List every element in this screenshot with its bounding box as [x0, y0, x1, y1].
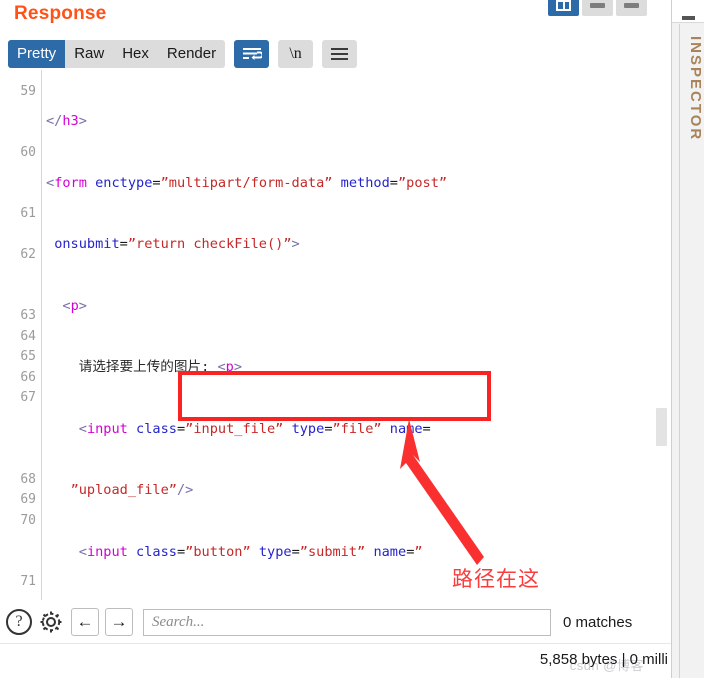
page-title: Response — [14, 3, 107, 24]
viewer-scrollbar[interactable] — [656, 70, 667, 600]
split-horizontal-icon — [556, 0, 571, 11]
gear-icon[interactable] — [37, 608, 65, 636]
line-number: 65 — [20, 349, 36, 364]
collapse-icon — [681, 16, 695, 20]
line-number: 63 — [20, 308, 36, 323]
hamburger-menu-icon — [331, 48, 349, 60]
code-content: </h3> <form enctype=”multipart/form-data… — [46, 70, 661, 600]
inspector-label: INSPECTOR — [687, 36, 704, 142]
inspector-collapse-button[interactable] — [672, 0, 704, 23]
code-line: <p> — [62, 297, 87, 314]
line-number: 67 — [20, 390, 36, 405]
search-toolbar: ? ← → Search... 0 matches — [0, 601, 672, 643]
search-next-button[interactable]: → — [105, 608, 133, 636]
layout-buttons — [548, 0, 647, 16]
viewer-scrollbar-thumb[interactable] — [656, 408, 667, 446]
search-prev-button[interactable]: ← — [71, 608, 99, 636]
layout-button-split-vertical[interactable] — [582, 0, 613, 16]
split-vertical-icon — [590, 2, 605, 8]
line-number-gutter: 59 60 61 62 63 64 65 66 67 68 69 70 71 — [0, 70, 42, 600]
tab-render[interactable]: Render — [158, 40, 225, 68]
newline-icon: \n — [289, 45, 302, 62]
line-number: 61 — [20, 206, 36, 221]
line-number: 69 — [20, 492, 36, 507]
line-number: 64 — [20, 329, 36, 344]
line-number: 66 — [20, 370, 36, 385]
word-wrap-button[interactable] — [234, 40, 270, 68]
line-number: 71 — [20, 574, 36, 589]
code-line: <form enctype=”multipart/form-data” meth… — [46, 174, 448, 191]
tab-hex[interactable]: Hex — [113, 40, 158, 68]
line-number: 59 — [20, 84, 36, 99]
layout-button-split-horizontal[interactable] — [548, 0, 579, 16]
code-line: 请选择要上传的图片: <p> — [78, 359, 243, 375]
status-bar: csdn @博客 5,858 bytes | 0 milli — [0, 643, 672, 678]
tab-group: Pretty Raw Hex Render — [8, 40, 226, 68]
annotation-text: 路径在这 — [452, 567, 540, 591]
split-single-icon — [624, 2, 639, 8]
search-placeholder: Search... — [152, 613, 205, 630]
inspector-rail[interactable]: INSPECTOR — [671, 0, 704, 678]
show-newlines-button[interactable]: \n — [278, 40, 314, 68]
line-number: 60 — [20, 145, 36, 160]
layout-button-split-single[interactable] — [616, 0, 647, 16]
search-input[interactable]: Search... — [143, 608, 551, 636]
code-line: onsubmit=”return checkFile()”> — [54, 236, 300, 252]
response-body-viewer[interactable]: 59 60 61 62 63 64 65 66 67 68 69 70 71 </h3> <form e… — [0, 70, 672, 600]
help-icon[interactable]: ? — [6, 609, 32, 635]
code-line: <input class=”button” type=”submit” name… — [78, 543, 423, 560]
burp-response-panel: Response Pretty Raw Hex Render \n 59 60 6 — [0, 0, 704, 678]
match-count: 0 matches — [563, 613, 633, 631]
tab-raw[interactable]: Raw — [65, 40, 113, 68]
response-menu-button[interactable] — [322, 40, 358, 68]
code-line: ”upload_file”/> — [70, 482, 194, 498]
code-line: <input class=”input_file” type=”file” na… — [78, 420, 431, 437]
view-mode-tabs: Pretty Raw Hex Render \n — [8, 40, 358, 68]
line-number: 70 — [20, 513, 36, 528]
tab-pretty[interactable]: Pretty — [8, 40, 66, 68]
status-text: 5,858 bytes | 0 milli — [539, 651, 668, 668]
word-wrap-icon — [242, 48, 262, 60]
code-line: </h3> — [46, 113, 87, 129]
line-number: 62 — [20, 247, 36, 262]
line-number: 68 — [20, 472, 36, 487]
